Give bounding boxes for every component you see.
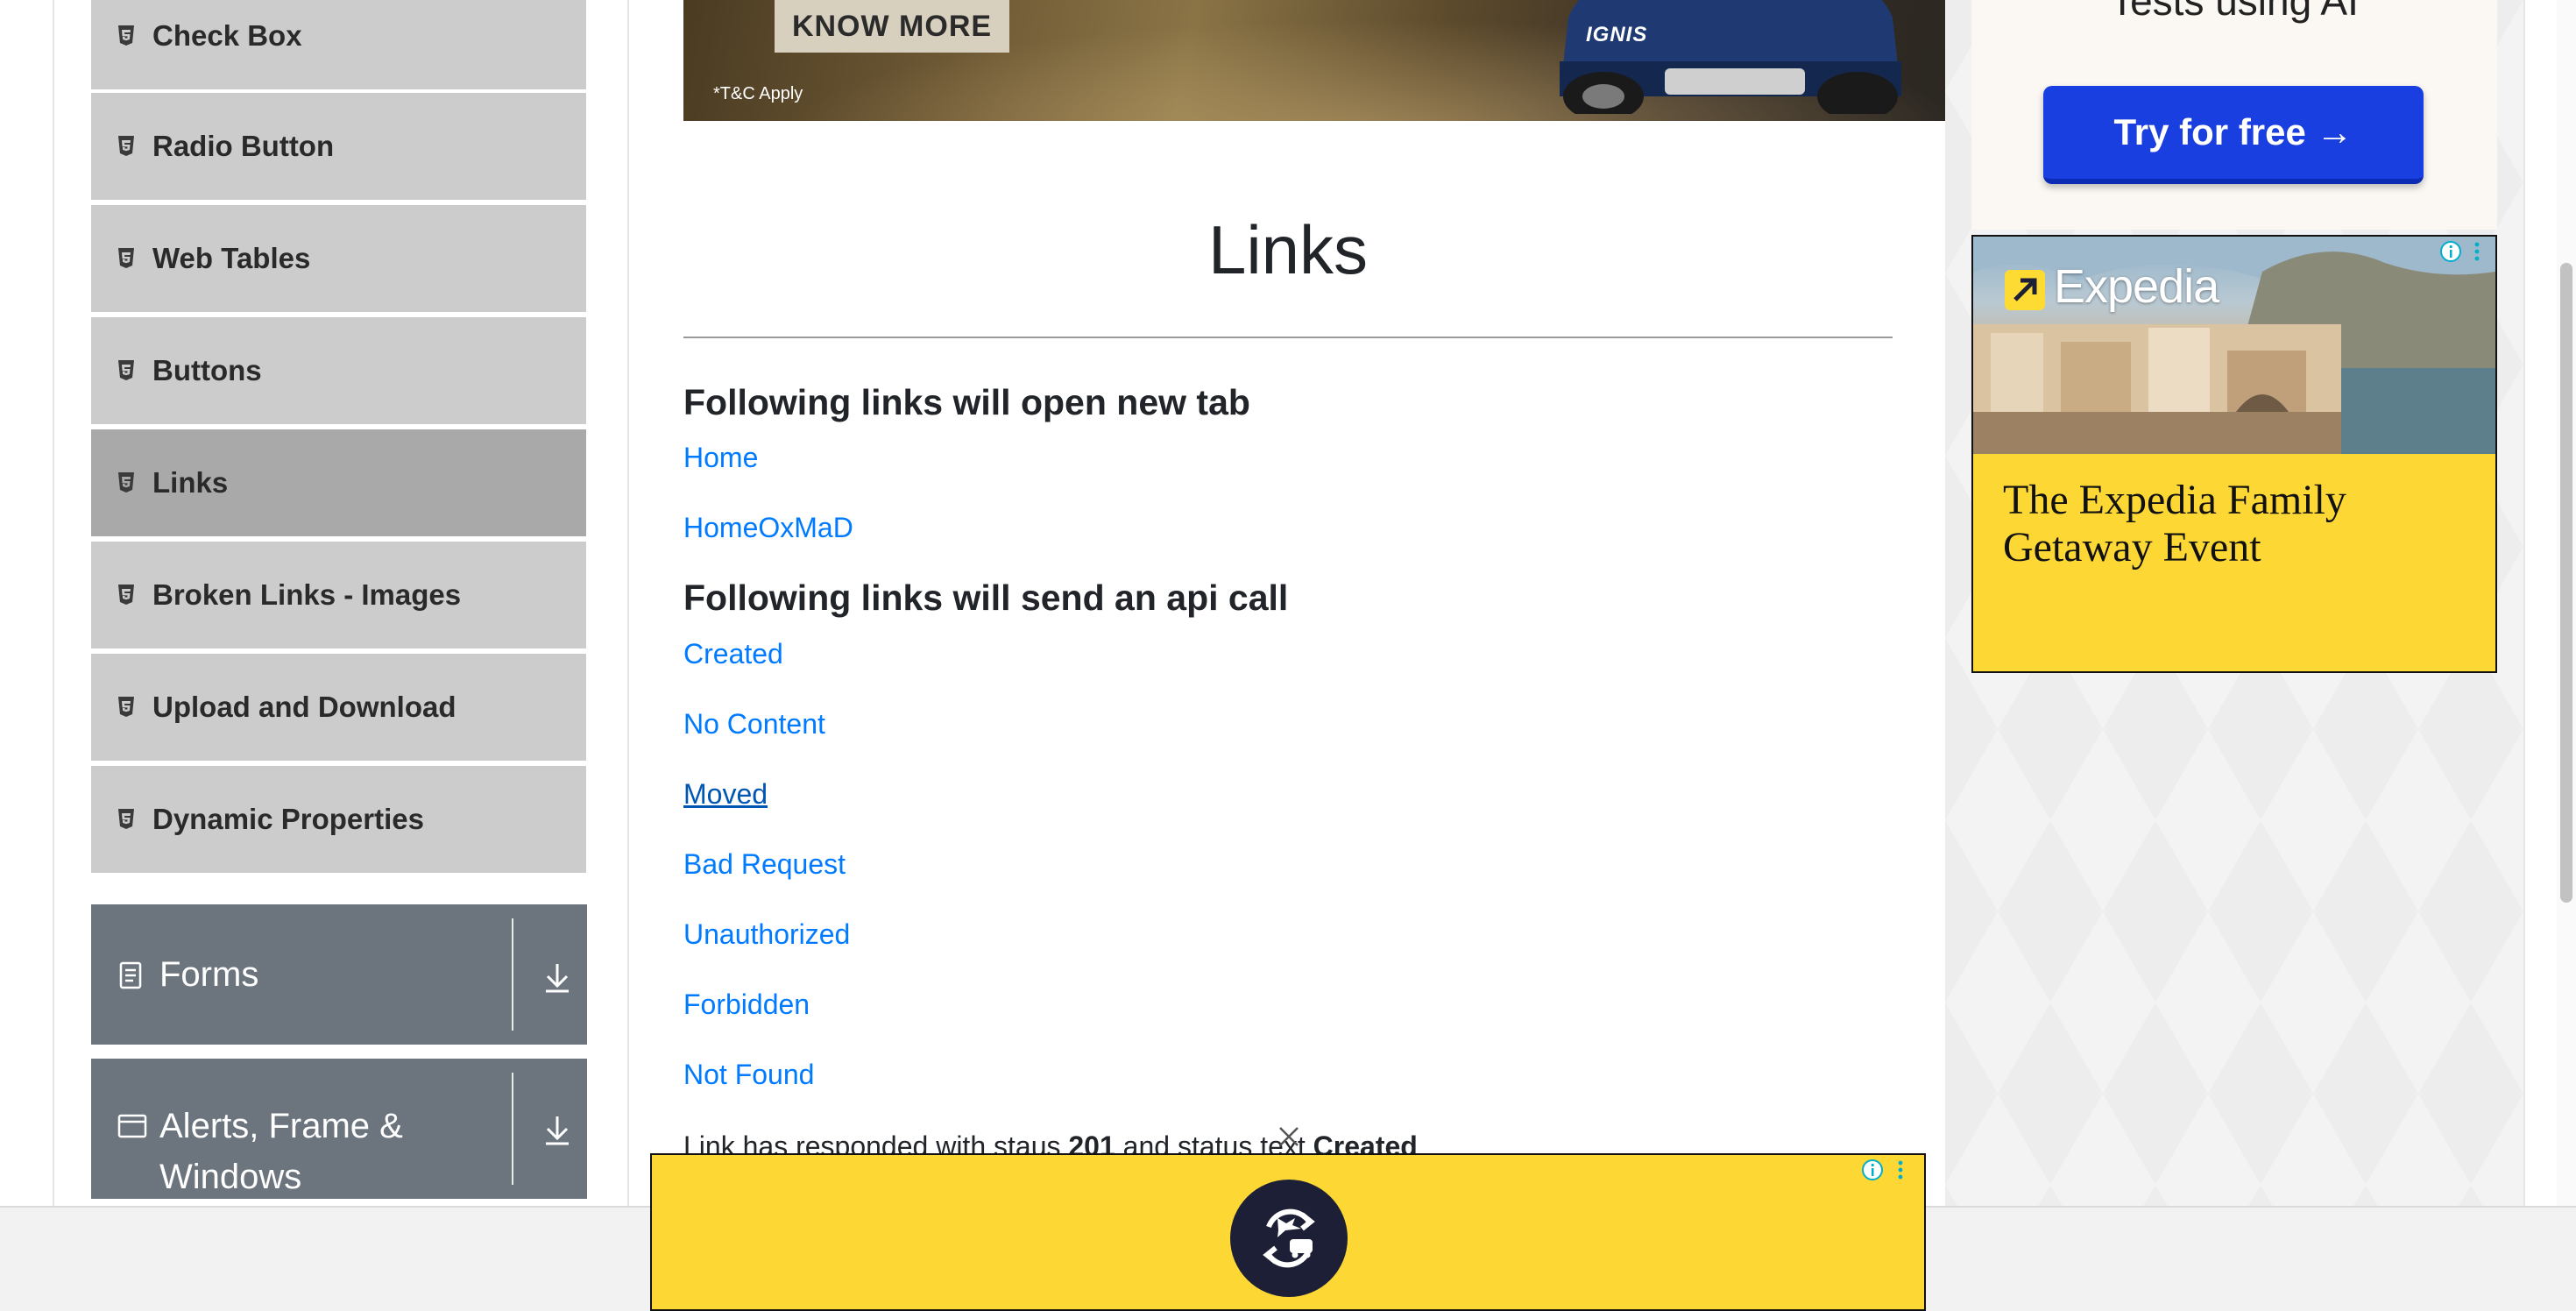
link-created[interactable]: Created <box>683 636 783 671</box>
html5-icon <box>116 359 137 382</box>
ai-ad-headline: Tests using AI <box>2110 0 2359 24</box>
sidebar-item-radio-button[interactable]: Radio Button <box>91 93 586 200</box>
html5-icon <box>116 25 137 47</box>
bottom-sticky-ad[interactable] <box>650 1153 1926 1311</box>
scrollbar-thumb[interactable] <box>2560 263 2572 903</box>
title-divider <box>683 337 1893 338</box>
expedia-logo-text: Expedia <box>2054 260 2219 313</box>
close-icon[interactable] <box>1276 1123 1302 1150</box>
sidebar-item-check-box[interactable]: Check Box <box>91 0 586 89</box>
sidebar-item-web-tables[interactable]: Web Tables <box>91 205 586 312</box>
group-header-divider <box>512 918 513 1031</box>
link-forbidden[interactable]: Forbidden <box>683 987 810 1022</box>
sidebar-item-label: Upload and Download <box>152 691 456 723</box>
expedia-ad-image: Expedia <box>1973 237 2495 454</box>
link-moved[interactable]: Moved <box>683 776 768 811</box>
sidebar-item-label: Check Box <box>152 19 302 52</box>
banner-ad[interactable]: KNOW MORE *T&C Apply IGNIS <box>683 0 1945 121</box>
group-header-label-line2: Windows <box>159 1158 302 1196</box>
car-badge: IGNIS <box>1586 23 1648 46</box>
heading-new-tab-links: Following links will open new tab <box>683 382 1250 422</box>
banner-disclaimer: *T&C Apply <box>713 84 803 103</box>
group-header-divider <box>512 1073 513 1185</box>
link-no-content[interactable]: No Content <box>683 706 825 741</box>
expedia-ad-text: The Expedia Family Getaway Event <box>2003 477 2346 570</box>
sidebar-item-label: Radio Button <box>152 130 335 162</box>
heading-api-links: Following links will send an api call <box>683 578 1289 618</box>
expedia-ad[interactable]: Expedia The Expedia Family Getaway Event <box>1971 235 2497 673</box>
ad-info-icon[interactable] <box>1861 1159 1884 1181</box>
sidebar-item-links[interactable]: Links <box>91 429 586 536</box>
travel-logo-icon <box>1230 1180 1348 1297</box>
document-icon <box>117 960 147 990</box>
ai-testing-ad[interactable]: Tests using AI Try for free → <box>1971 0 2497 230</box>
sidebar-item-label: Broken Links - Images <box>152 578 462 611</box>
html5-icon <box>116 247 137 270</box>
ad-info-icon[interactable] <box>2439 240 2462 263</box>
sidebar-item-broken-links-images[interactable]: Broken Links - Images <box>91 542 586 648</box>
sidebar-item-upload-and-download[interactable]: Upload and Download <box>91 654 586 761</box>
coastal-town-illustration <box>1973 237 2495 454</box>
right-column-border <box>2523 0 2525 1206</box>
car-image <box>1560 0 1901 114</box>
ad-options-icon[interactable] <box>2466 240 2488 263</box>
expedia-logo-icon <box>2005 270 2045 310</box>
sidebar-item-label: Buttons <box>152 354 262 386</box>
sidebar-item-label: Dynamic Properties <box>152 803 424 835</box>
link-home[interactable]: Home <box>683 440 758 475</box>
download-arrow-icon[interactable] <box>540 960 575 996</box>
try-for-free-button[interactable]: Try for free → <box>2043 86 2424 184</box>
html5-icon <box>116 808 137 831</box>
browser-window-icon <box>117 1113 147 1143</box>
html5-icon <box>116 696 137 719</box>
sidebar-item-buttons[interactable]: Buttons <box>91 317 586 424</box>
banner-know-more-button[interactable]: KNOW MORE <box>775 0 1009 53</box>
html5-icon <box>116 471 137 494</box>
group-header-label: Alerts, Frame & <box>159 1107 403 1145</box>
link-bad-request[interactable]: Bad Request <box>683 847 846 882</box>
group-header-alerts-frame-windows[interactable]: Alerts, Frame & Windows <box>91 1059 587 1199</box>
sidebar-right-border <box>627 0 629 1206</box>
html5-icon <box>116 135 137 158</box>
download-arrow-icon[interactable] <box>540 1113 575 1148</box>
group-header-forms[interactable]: Forms <box>91 904 587 1045</box>
link-unauthorized[interactable]: Unauthorized <box>683 917 850 952</box>
left-sidebar: Check Box Radio Button Web Tables Button… <box>0 0 629 1206</box>
page-title: Links <box>1207 211 1369 288</box>
sidebar-left-border <box>53 0 54 1206</box>
link-not-found[interactable]: Not Found <box>683 1057 814 1092</box>
group-header-label: Forms <box>159 955 259 994</box>
html5-icon <box>116 584 137 606</box>
sidebar-item-label: Web Tables <box>152 242 311 274</box>
sidebar-item-dynamic-properties[interactable]: Dynamic Properties <box>91 766 586 873</box>
link-home-dynamic[interactable]: HomeOxMaD <box>683 510 853 545</box>
ad-options-icon[interactable] <box>1889 1159 1912 1181</box>
sidebar-item-label: Links <box>152 466 229 499</box>
